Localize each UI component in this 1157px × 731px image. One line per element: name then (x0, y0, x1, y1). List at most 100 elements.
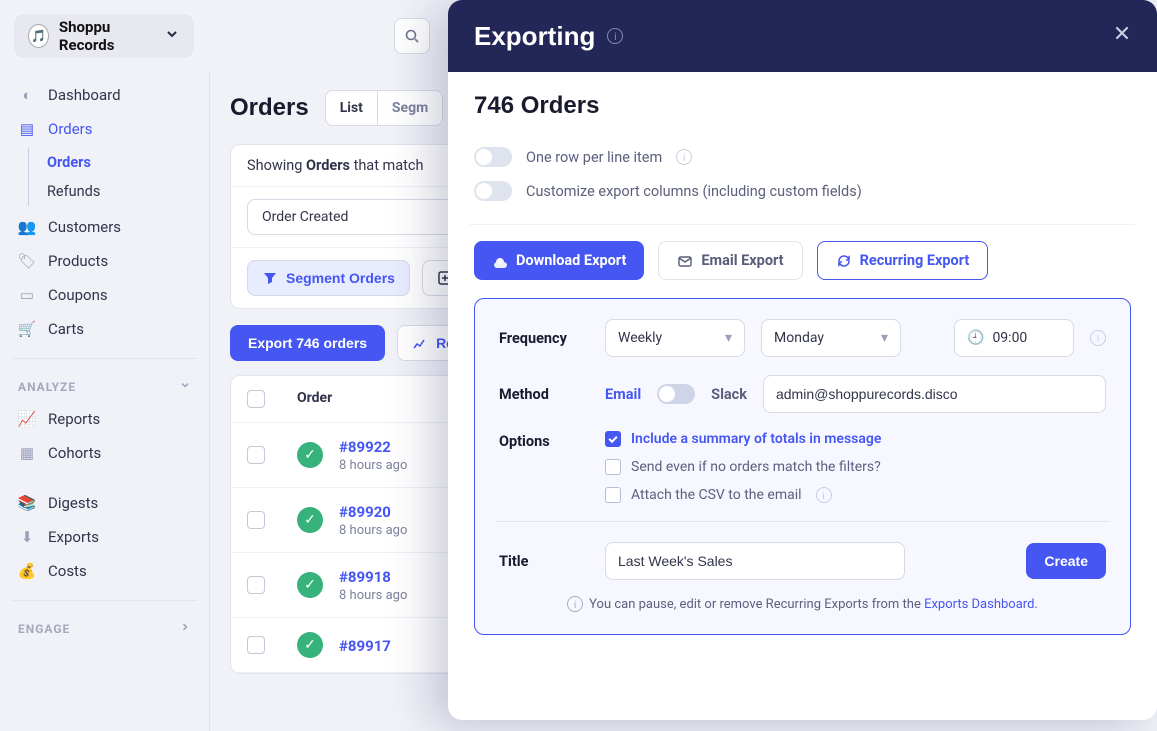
clock-icon: 🕘 (967, 330, 984, 346)
info-icon[interactable]: i (676, 149, 692, 165)
sidebar-section-analyze[interactable]: ANALYZE (8, 371, 201, 402)
download-icon: ⬇ (18, 528, 36, 546)
status-success-icon: ✓ (297, 442, 323, 468)
tab-email-export[interactable]: Email Export (658, 241, 802, 280)
sidebar-item-orders[interactable]: ▤ Orders (8, 112, 201, 146)
status-success-icon: ✓ (297, 632, 323, 658)
sidebar-item-carts[interactable]: 🛒 Carts (8, 312, 201, 346)
order-time: 8 hours ago (339, 458, 407, 473)
info-icon[interactable]: i (1090, 330, 1106, 346)
status-success-icon: ✓ (297, 507, 323, 533)
title-input[interactable] (605, 542, 905, 580)
create-button[interactable]: Create (1026, 543, 1106, 579)
sidebar-item-label: Customers (48, 218, 121, 236)
sidebar-item-coupons[interactable]: ▭ Coupons (8, 278, 201, 312)
close-button[interactable] (1113, 24, 1131, 48)
info-icon[interactable]: i (816, 487, 832, 503)
footnote: i You can pause, edit or remove Recurrin… (499, 596, 1106, 612)
order-id-link[interactable]: #89922 (339, 437, 407, 456)
ticket-icon: ▭ (18, 286, 36, 304)
method-slack-label[interactable]: Slack (711, 386, 747, 403)
sidebar-item-label: Reports (48, 410, 100, 428)
sidebar-sub-refunds[interactable]: Refunds (29, 177, 201, 206)
checkbox-attach-csv[interactable] (605, 487, 621, 503)
search-button[interactable] (394, 18, 430, 54)
tab-recurring-export[interactable]: Recurring Export (817, 241, 989, 280)
chevron-down-icon (164, 26, 180, 46)
row-checkbox[interactable] (247, 636, 265, 654)
modal-title: Exporting (474, 21, 595, 52)
sidebar-item-cohorts[interactable]: ▦ Cohorts (8, 436, 201, 470)
store-selector[interactable]: 🎵 Shoppu Records (14, 14, 194, 58)
sidebar-item-label: Coupons (48, 286, 108, 304)
sidebar-item-reports[interactable]: 📈 Reports (8, 402, 201, 436)
info-icon: i (567, 596, 583, 612)
status-success-icon: ✓ (297, 572, 323, 598)
checkbox-label: Send even if no orders match the filters… (631, 459, 881, 475)
money-icon: 💰 (18, 562, 36, 580)
method-label: Method (499, 386, 589, 403)
sidebar-item-customers[interactable]: 👥 Customers (8, 210, 201, 244)
checkbox-include-summary[interactable] (605, 431, 621, 447)
users-icon: 👥 (18, 218, 36, 236)
sidebar-item-label: Orders (48, 120, 93, 138)
email-field[interactable] (763, 375, 1106, 413)
tab-segments[interactable]: Segm (377, 91, 442, 125)
toggle-one-row-per-line-item[interactable] (474, 147, 512, 167)
page-title: Orders (230, 94, 309, 122)
order-id-link[interactable]: #89918 (339, 567, 407, 586)
sidebar-item-label: Dashboard (48, 86, 121, 104)
chart-icon: 📈 (18, 410, 36, 428)
sidebar-item-digests[interactable]: 📚 Digests (8, 486, 201, 520)
method-email-label[interactable]: Email (605, 386, 641, 403)
order-time: 8 hours ago (339, 523, 407, 538)
info-icon[interactable]: i (607, 28, 623, 44)
list-icon: ▤ (18, 120, 36, 138)
sidebar-item-exports[interactable]: ⬇ Exports (8, 520, 201, 554)
day-select[interactable]: Monday ▾ (761, 319, 901, 357)
frequency-select[interactable]: Weekly ▾ (605, 319, 745, 357)
sidebar-item-dashboard[interactable]: ◐ Dashboard (8, 78, 201, 112)
cart-icon: 🛒 (18, 320, 36, 338)
sidebar-item-products[interactable]: 🏷 Products (8, 244, 201, 278)
row-checkbox[interactable] (247, 446, 265, 464)
sidebar-item-label: Costs (48, 562, 87, 580)
checkbox-send-if-empty[interactable] (605, 459, 621, 475)
store-name: Shoppu Records (59, 18, 154, 54)
toggle-customize-columns[interactable] (474, 181, 512, 201)
row-checkbox[interactable] (247, 576, 265, 594)
toggle-label: Customize export columns (including cust… (526, 183, 862, 200)
frequency-label: Frequency (499, 330, 589, 347)
tab-download-export[interactable]: Download Export (474, 241, 644, 280)
order-time: 8 hours ago (339, 588, 407, 603)
sidebar-item-label: Exports (48, 528, 99, 546)
time-input[interactable]: 🕘 09:00 (954, 319, 1074, 357)
store-logo-icon: 🎵 (28, 24, 49, 48)
sidebar: ◐ Dashboard ▤ Orders Orders Refunds 👥 Cu… (0, 72, 210, 731)
export-orders-button[interactable]: Export 746 orders (230, 325, 385, 361)
sidebar-item-costs[interactable]: 💰 Costs (8, 554, 201, 588)
exports-dashboard-link[interactable]: Exports Dashboard (924, 597, 1034, 612)
segment-orders-button[interactable]: Segment Orders (247, 260, 410, 296)
chevron-right-icon (179, 621, 191, 636)
chevron-down-icon (179, 379, 191, 394)
sidebar-section-engage[interactable]: ENGAGE (8, 613, 201, 644)
order-id-link[interactable]: #89917 (339, 636, 391, 655)
chevron-down-icon: ▾ (881, 330, 888, 346)
method-toggle[interactable] (657, 384, 695, 404)
gauge-icon: ◐ (18, 86, 36, 104)
sidebar-sub-orders[interactable]: Orders (29, 148, 201, 177)
select-all-checkbox[interactable] (247, 390, 265, 408)
order-id-link[interactable]: #89920 (339, 502, 407, 521)
sidebar-item-label: Carts (48, 320, 84, 338)
sidebar-item-label: Products (48, 252, 108, 270)
modal-subtitle: 746 Orders (474, 92, 1131, 120)
options-label: Options (499, 431, 589, 450)
sidebar-item-label: Digests (48, 494, 98, 512)
row-checkbox[interactable] (247, 511, 265, 529)
export-modal: Exporting i 746 Orders One row per line … (448, 0, 1157, 720)
checkbox-label: Attach the CSV to the email (631, 487, 802, 503)
title-label: Title (499, 553, 589, 570)
tab-list[interactable]: List (326, 91, 377, 125)
toggle-label: One row per line item (526, 149, 662, 166)
